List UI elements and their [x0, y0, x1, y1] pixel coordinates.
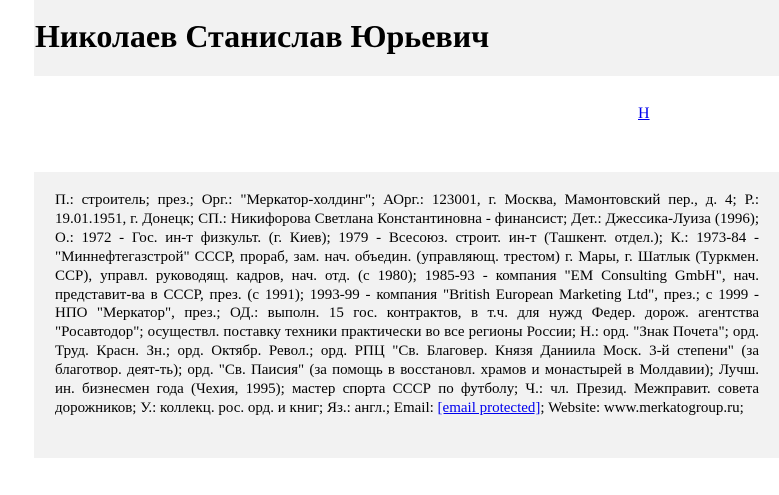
- biography-text-website: ; Website: www.merkatogroup.ru;: [540, 399, 744, 416]
- biography-block: П.: строитель; през.; Орг.: "Меркатор-хо…: [34, 172, 779, 458]
- biography-text-main: П.: строитель; през.; Орг.: "Меркатор-хо…: [55, 192, 759, 416]
- index-letter-link[interactable]: Н: [638, 104, 650, 124]
- page-title: Николаев Станислав Юрьевич: [35, 18, 490, 54]
- email-link[interactable]: [email protected]: [438, 400, 541, 416]
- biography-text: П.: строитель; през.; Орг.: "Меркатор-хо…: [55, 191, 759, 418]
- header-block: Николаев Станислав Юрьевич: [34, 0, 779, 76]
